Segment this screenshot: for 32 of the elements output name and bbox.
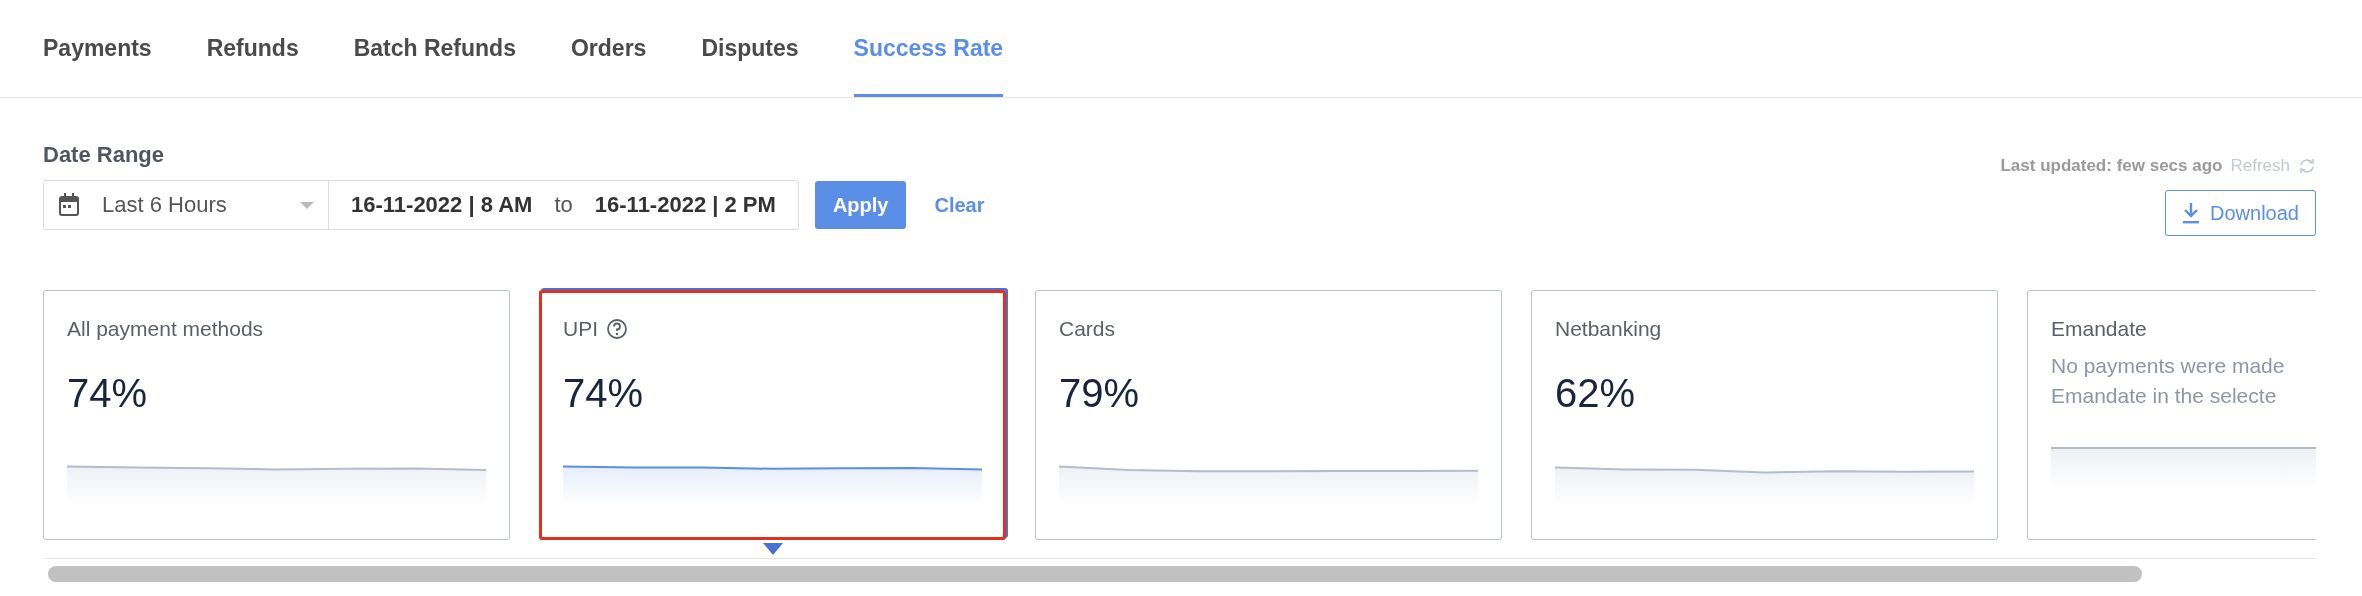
refresh-icon	[2298, 157, 2316, 175]
success-rate-value: 79%	[1059, 371, 1141, 416]
card-title: Emandate	[2051, 317, 2147, 341]
date-range-field[interactable]: Last 6 Hours 16-11-2022 | 8 AM to 16-11-2022 | 2 PM	[43, 180, 799, 230]
tab[interactable]: Refunds	[206, 0, 299, 97]
success-rate-value: 62%	[1555, 371, 1637, 416]
tab[interactable]: Disputes	[701, 0, 799, 97]
end-date: 16-11-2022 | 2 PM	[593, 192, 777, 218]
metric-card[interactable]: Emandate No payments were made Emandate in the selecte	[2027, 290, 2316, 540]
metric-card[interactable]: Cards 79%	[1035, 290, 1502, 540]
start-date: 16-11-2022 | 8 AM	[350, 192, 534, 218]
tab[interactable]: Orders	[570, 0, 647, 97]
success-rate-value: 74%	[563, 371, 645, 416]
card-title: All payment methods	[67, 317, 264, 341]
metric-card[interactable]: Netbanking 62%	[1531, 290, 1998, 540]
last-updated-text: Last updated: few secs ago	[2000, 156, 2223, 176]
calendar-icon	[58, 193, 80, 217]
tab[interactable]: Payments	[43, 0, 152, 97]
card-title: Netbanking	[1555, 317, 1662, 341]
caret-icon	[300, 201, 314, 209]
range-separator: to	[554, 192, 573, 218]
download-icon	[2182, 202, 2201, 224]
date-range-label: Date Range	[43, 142, 166, 168]
tab[interactable]: Batch Refunds	[353, 0, 516, 97]
scrollbar-thumb[interactable]	[48, 566, 2142, 582]
card-title: Cards	[1059, 317, 1116, 341]
preset-value: Last 6 Hours	[102, 192, 228, 218]
metric-card[interactable]: All payment methods 74%	[43, 290, 510, 540]
empty-message: No payments were made	[2051, 353, 2286, 379]
card-title: UPI	[563, 317, 598, 341]
success-rate-value: 74%	[67, 371, 149, 416]
empty-message: Emandate in the selecte	[2051, 383, 2278, 409]
